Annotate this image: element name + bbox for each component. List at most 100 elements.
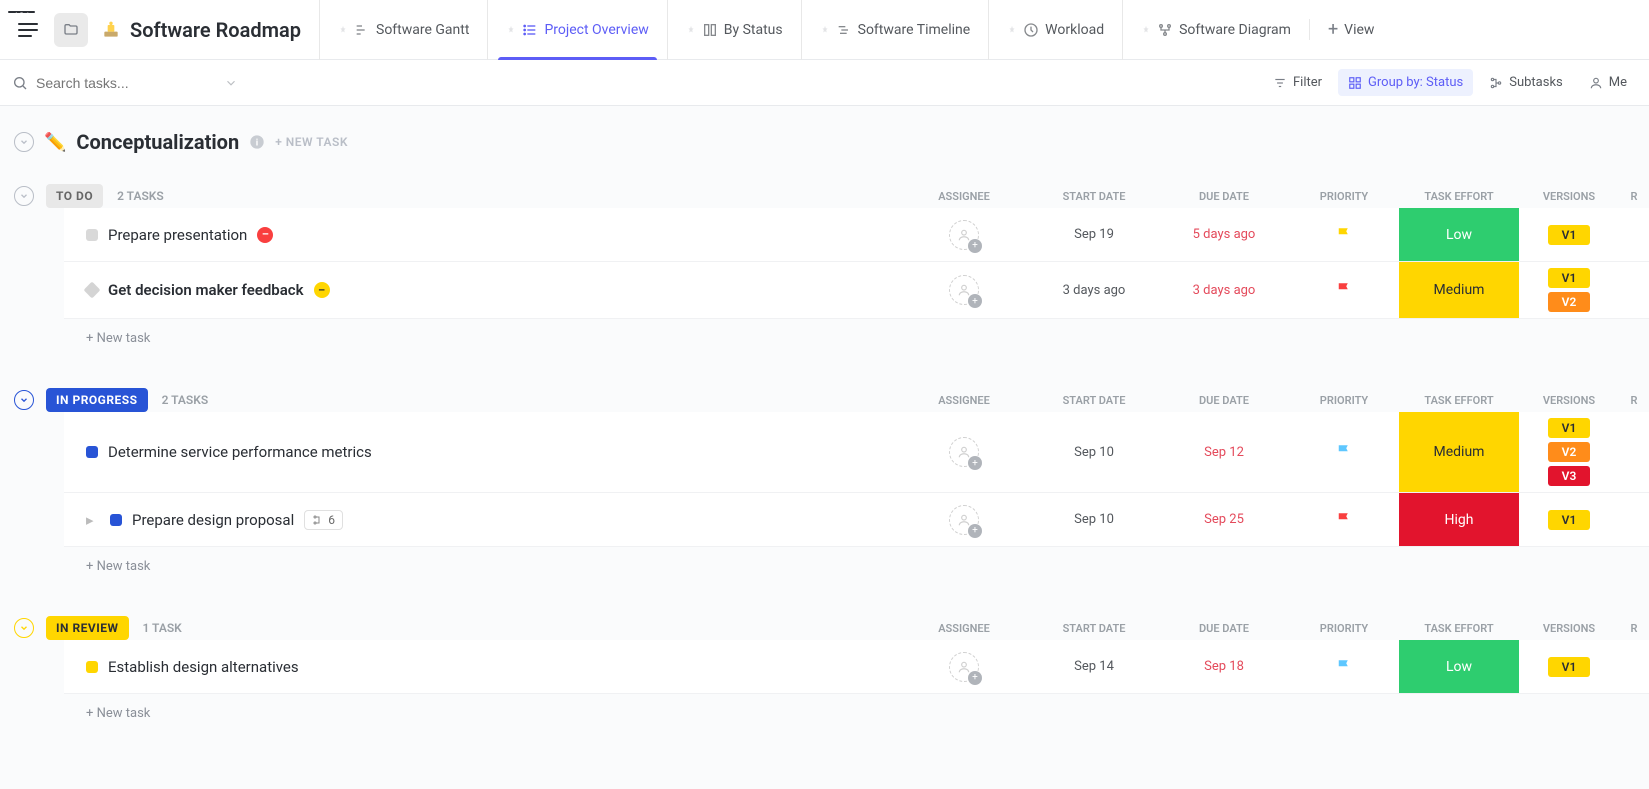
task-row[interactable]: Determine service performance metrics Sep… <box>64 412 1649 493</box>
version-pill[interactable]: V2 <box>1548 442 1591 462</box>
task-name-cell: Prepare presentation– <box>64 226 899 244</box>
task-name: Determine service performance metrics <box>108 443 372 461</box>
plus-icon: + <box>1328 19 1338 40</box>
assignee-cell[interactable] <box>899 505 1029 535</box>
due-date-cell[interactable]: 5 days ago <box>1159 227 1289 242</box>
tab-software-diagram[interactable]: Software Diagram <box>1122 0 1309 60</box>
task-name: Establish design alternatives <box>108 658 299 676</box>
group-by-button[interactable]: Group by: Status <box>1338 69 1473 96</box>
start-date-cell[interactable]: 3 days ago <box>1029 283 1159 298</box>
tab-label: Workload <box>1045 22 1104 38</box>
version-pill[interactable]: V3 <box>1548 466 1591 486</box>
pin-icon <box>506 25 516 35</box>
version-pill[interactable]: V2 <box>1548 292 1591 312</box>
person-icon <box>1589 76 1603 90</box>
task-row[interactable]: Get decision maker feedback–3 days ago3 … <box>64 262 1649 319</box>
pencil-icon[interactable]: ✏️ <box>44 132 66 153</box>
priority-cell[interactable] <box>1289 281 1399 299</box>
collapse-section-button[interactable] <box>14 132 34 152</box>
status-label[interactable]: IN PROGRESS <box>46 388 148 412</box>
tab-software-gantt[interactable]: Software Gantt <box>319 0 487 60</box>
priority-cell[interactable] <box>1289 443 1399 461</box>
col-due: DUE DATE <box>1159 394 1289 407</box>
version-pill[interactable]: V1 <box>1548 418 1591 438</box>
col-versions: VERSIONS <box>1519 190 1619 203</box>
versions-cell[interactable]: V1 <box>1519 219 1619 251</box>
chevron-down-icon[interactable] <box>224 76 238 90</box>
page-title: Software Roadmap <box>130 18 301 42</box>
due-date-cell[interactable]: Sep 18 <box>1159 659 1289 674</box>
task-name-cell: Establish design alternatives <box>64 658 899 676</box>
new-task-row[interactable]: + New task <box>64 547 1649 586</box>
assignee-placeholder-icon <box>949 505 979 535</box>
collapse-group-button[interactable] <box>14 390 34 410</box>
version-pill[interactable]: V1 <box>1548 225 1591 245</box>
tab-label: Project Overview <box>544 22 648 38</box>
version-pill[interactable]: V1 <box>1548 510 1591 530</box>
task-row[interactable]: ▸Prepare design proposal6Sep 10Sep 25Hig… <box>64 493 1649 547</box>
priority-cell[interactable] <box>1289 658 1399 676</box>
status-label[interactable]: TO DO <box>46 184 103 208</box>
tab-project-overview[interactable]: Project Overview <box>487 0 666 60</box>
priority-cell[interactable] <box>1289 226 1399 244</box>
tab-workload[interactable]: Workload <box>988 0 1122 60</box>
effort-cell[interactable]: Medium <box>1399 412 1519 492</box>
start-date-cell[interactable]: Sep 10 <box>1029 445 1159 460</box>
folder-button[interactable] <box>54 13 88 47</box>
version-pill[interactable]: V1 <box>1548 657 1591 677</box>
col-r: R <box>1619 190 1649 203</box>
group-icon <box>1348 76 1362 90</box>
status-dot-icon: – <box>257 227 273 243</box>
task-count: 2 TASKS <box>162 393 209 407</box>
due-date-cell[interactable]: Sep 12 <box>1159 445 1289 460</box>
col-r: R <box>1619 622 1649 635</box>
due-date-cell[interactable]: Sep 25 <box>1159 512 1289 527</box>
col-due: DUE DATE <box>1159 190 1289 203</box>
filter-icon <box>1273 76 1287 90</box>
assignee-cell[interactable] <box>899 220 1029 250</box>
start-date-cell[interactable]: Sep 10 <box>1029 512 1159 527</box>
versions-cell[interactable]: V1 <box>1519 651 1619 683</box>
col-start: START DATE <box>1029 190 1159 203</box>
start-date-cell[interactable]: Sep 19 <box>1029 227 1159 242</box>
start-date-cell[interactable]: Sep 14 <box>1029 659 1159 674</box>
col-effort: TASK EFFORT <box>1399 622 1519 635</box>
effort-cell[interactable]: Low <box>1399 640 1519 693</box>
collapse-group-button[interactable] <box>14 186 34 206</box>
task-row[interactable]: Establish design alternatives Sep 14Sep 1… <box>64 640 1649 694</box>
due-date-cell[interactable]: 3 days ago <box>1159 283 1289 298</box>
task-row[interactable]: Prepare presentation– Sep 195 days ago Low… <box>64 208 1649 262</box>
assignee-placeholder-icon <box>949 220 979 250</box>
new-task-row[interactable]: + New task <box>64 319 1649 358</box>
expand-caret-icon[interactable]: ▸ <box>86 511 96 529</box>
subtasks-button[interactable]: Subtasks <box>1479 69 1573 96</box>
me-button[interactable]: Me <box>1579 69 1637 96</box>
versions-cell[interactable]: V1 V2 V3 <box>1519 412 1619 492</box>
version-pill[interactable]: V1 <box>1548 268 1591 288</box>
priority-cell[interactable] <box>1289 511 1399 529</box>
subtask-count[interactable]: 6 <box>304 510 343 530</box>
status-group: TO DO2 TASKSASSIGNEESTART DATEDUE DATEPR… <box>14 184 1649 358</box>
collapse-group-button[interactable] <box>14 618 34 638</box>
tab-software-timeline[interactable]: Software Timeline <box>801 0 989 60</box>
assignee-cell[interactable] <box>899 437 1029 467</box>
add-view-button[interactable]: + View <box>1309 19 1392 40</box>
tab-by-status[interactable]: By Status <box>667 0 801 60</box>
task-count: 2 TASKS <box>117 189 164 203</box>
effort-cell[interactable]: High <box>1399 493 1519 546</box>
col-assignee: ASSIGNEE <box>899 622 1029 635</box>
menu-toggle[interactable]: 101 <box>18 23 38 37</box>
assignee-cell[interactable] <box>899 275 1029 305</box>
search-input[interactable] <box>36 75 216 91</box>
new-task-button[interactable]: + NEW TASK <box>275 135 348 149</box>
svg-text:i: i <box>256 137 258 148</box>
filter-button[interactable]: Filter <box>1263 69 1332 96</box>
assignee-cell[interactable] <box>899 652 1029 682</box>
info-icon[interactable]: i <box>249 134 265 150</box>
versions-cell[interactable]: V1V2 <box>1519 262 1619 318</box>
status-label[interactable]: IN REVIEW <box>46 616 129 640</box>
effort-cell[interactable]: Medium <box>1399 262 1519 318</box>
versions-cell[interactable]: V1 <box>1519 504 1619 536</box>
new-task-row[interactable]: + New task <box>64 694 1649 733</box>
effort-cell[interactable]: Low <box>1399 208 1519 261</box>
